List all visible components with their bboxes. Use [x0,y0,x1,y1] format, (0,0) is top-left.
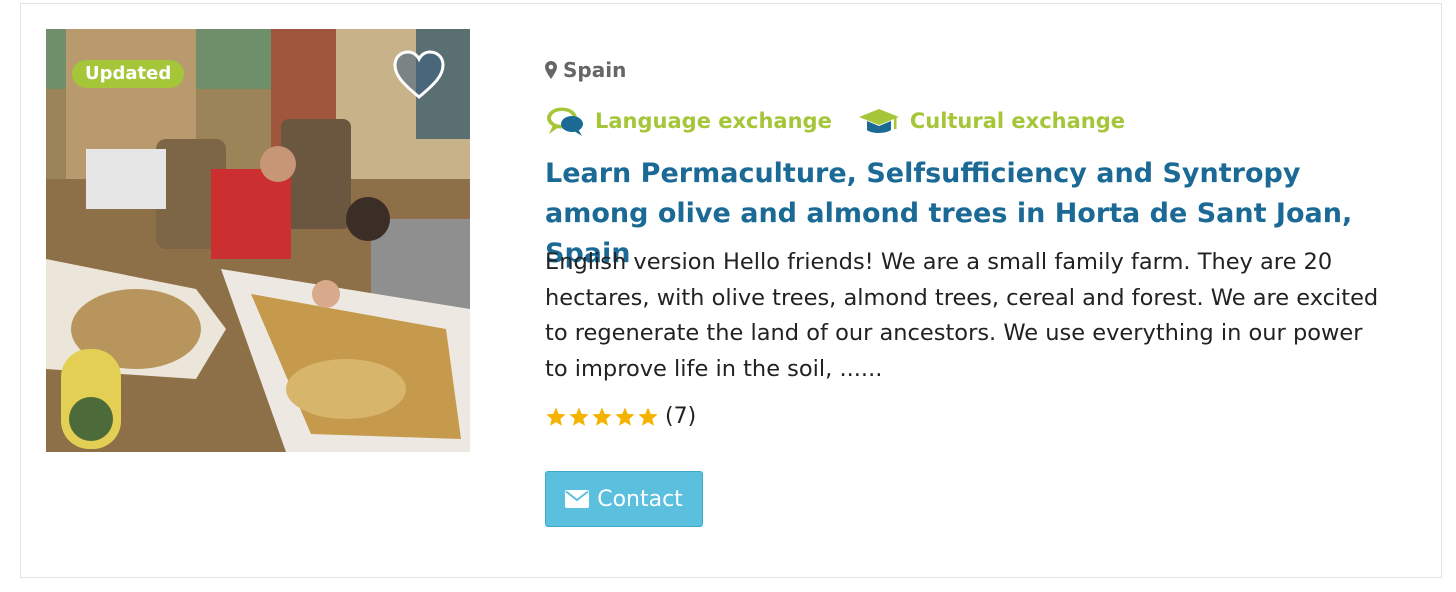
tag-language-exchange-label: Language exchange [595,109,832,133]
updated-badge: Updated [72,60,185,88]
location: Spain [545,58,626,82]
review-count[interactable]: (7) [665,404,696,429]
location-label: Spain [563,58,627,82]
speech-bubbles-icon [547,107,583,136]
star-icon [638,406,658,426]
star-icon [546,406,566,426]
exchange-tags: Language exchange Cultural exchange [545,105,1151,137]
listing-description: English version Hello friends! We are a … [545,249,1379,382]
tag-cultural-exchange-label: Cultural exchange [909,109,1125,133]
heart-icon[interactable] [392,49,446,101]
contact-button[interactable]: Contact [545,471,703,527]
graduation-cap-icon [858,109,899,133]
envelope-icon [565,490,590,508]
contact-button-label: Contact [597,486,683,512]
star-icon [569,406,589,426]
star-icon [615,406,635,426]
rating: (7) [545,404,696,429]
rating-stars [545,406,659,428]
map-marker-icon [545,61,557,79]
listing-photo[interactable]: Updated [46,29,470,452]
star-icon [592,406,612,426]
tag-cultural-exchange: Cultural exchange [858,106,1125,136]
tag-language-exchange: Language exchange [545,105,832,137]
